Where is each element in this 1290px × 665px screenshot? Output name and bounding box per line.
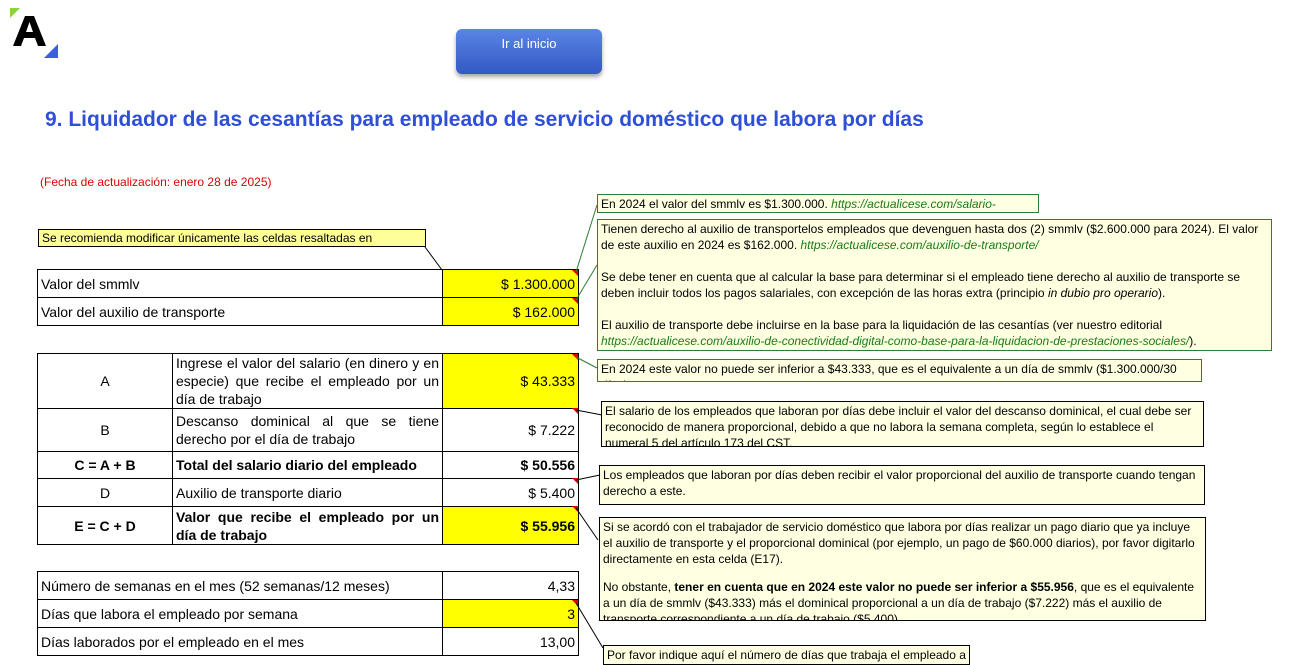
note-text: ). [1189, 334, 1197, 348]
aux-transport-note: Los empleados que laboran por días deben… [599, 465, 1205, 505]
salary-note: En 2024 este valor no puede ser inferior… [597, 359, 1202, 382]
days-per-week-note: Por favor indique aquí el número de días… [603, 645, 970, 665]
note-bold: tener en cuenta que en 2024 este valor n… [674, 580, 1074, 594]
daily-total-note: Si se acordó con el trabajador de servic… [599, 517, 1206, 621]
smmlv-note: En 2024 el valor del smmlv es $1.300.000… [597, 194, 1039, 213]
note-text: El auxilio de transporte debe incluirse … [601, 318, 1162, 332]
note-text: No obstante, [603, 580, 672, 594]
transport-note: Tienen derecho al auxilio de transportel… [597, 219, 1272, 351]
note-text: El salario de los empleados que laboran … [605, 404, 1192, 447]
note-italic: in dubio pro operario [1047, 286, 1159, 300]
note-text: Los empleados que laboran por días deben… [603, 468, 1196, 498]
dominical-note: El salario de los empleados que laboran … [601, 401, 1204, 447]
note-text: En 2024 este valor no puede ser inferior… [601, 362, 1177, 381]
transport-link[interactable]: https://actualicese.com/auxilio-de-trans… [801, 238, 1039, 252]
note-text: En 2024 el valor del smmlv es $1.300.000… [601, 197, 828, 211]
note-text: Si se acordó con el trabajador de servic… [603, 520, 1195, 566]
editorial-link[interactable]: https://actualicese.com/auxilio-de-conec… [601, 334, 1189, 348]
note-text: ). [1158, 286, 1166, 300]
note-text: Por favor indique aquí el número de días… [607, 648, 966, 662]
